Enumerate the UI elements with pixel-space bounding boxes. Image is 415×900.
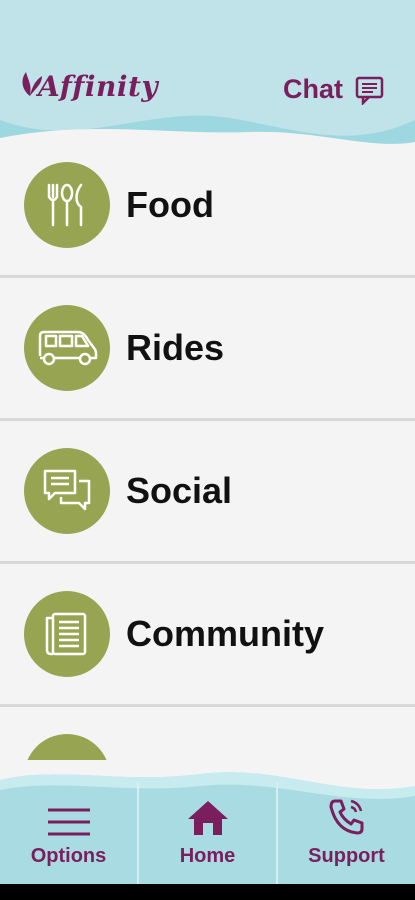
options-label: Options	[30, 845, 107, 867]
food-icon-circle	[24, 162, 110, 248]
menu-label-community: Community	[126, 613, 324, 654]
chat-icon	[355, 76, 384, 105]
menu-item-community[interactable]: Community	[0, 564, 415, 707]
support-tab[interactable]: Support	[278, 782, 415, 884]
newspaper-icon	[45, 612, 87, 656]
support-label: Support	[308, 845, 385, 867]
rides-icon-circle	[24, 305, 110, 391]
phone-icon	[329, 799, 363, 835]
menu-item-rides[interactable]: Rides	[0, 278, 415, 421]
nav-tabs: Options Home Support	[0, 782, 415, 884]
utensils-icon	[47, 183, 83, 227]
app-header: Affinity Chat	[0, 0, 415, 160]
home-icon	[187, 801, 228, 835]
chat-label: Chat	[283, 74, 343, 104]
affinity-logo: Affinity	[16, 66, 158, 110]
logo-text: Affinity	[38, 70, 159, 103]
menu-item-social[interactable]: Social	[0, 421, 415, 564]
menu-label-food: Food	[126, 184, 214, 225]
options-tab[interactable]: Options	[0, 782, 139, 884]
home-label: Home	[179, 845, 236, 867]
home-tab[interactable]: Home	[139, 782, 278, 884]
bottom-nav: Options Home Support	[0, 760, 415, 884]
chat-button[interactable]: Chat	[283, 74, 385, 105]
hamburger-icon	[47, 808, 90, 836]
menu-label-rides: Rides	[126, 327, 225, 368]
community-icon-circle	[24, 591, 110, 677]
chat-bubbles-icon	[43, 469, 91, 511]
system-bottom-bar	[0, 884, 415, 900]
van-icon	[38, 330, 98, 366]
main-menu: Food Rides Social Community	[0, 135, 415, 850]
menu-label-social: Social	[126, 470, 233, 511]
social-icon-circle	[24, 448, 110, 534]
